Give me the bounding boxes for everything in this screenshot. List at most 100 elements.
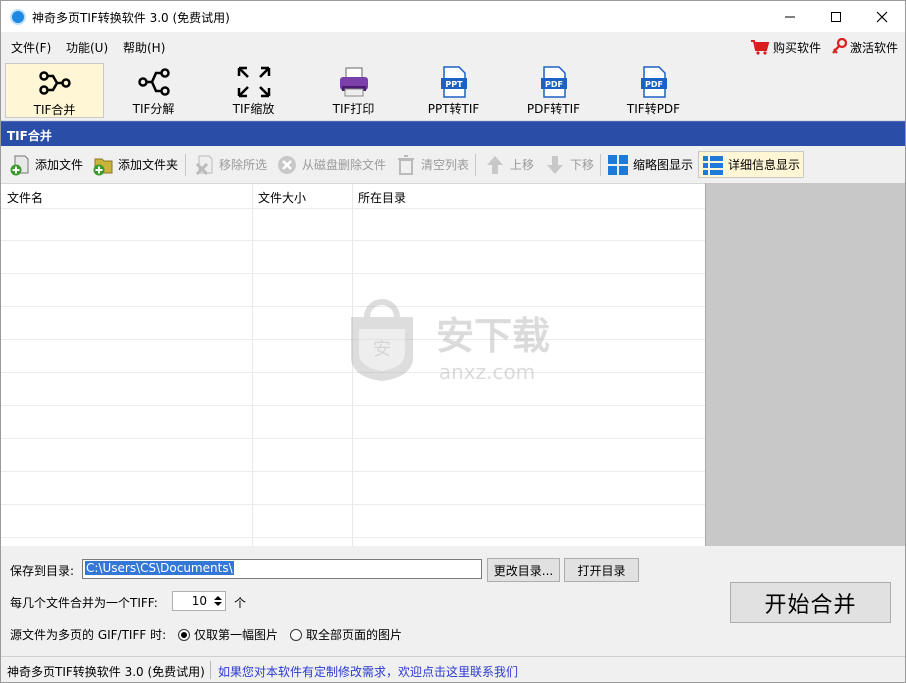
options-panel: 保存到目录: C:\Users\CS\Documents\ 更改目录... 打开… bbox=[1, 546, 905, 656]
tool-tif-resize-label: TIF缩放 bbox=[232, 102, 275, 116]
tool-tif-to-pdf[interactable]: PDF TIF转PDF bbox=[604, 63, 703, 118]
column-header-filesize[interactable]: 文件大小 bbox=[258, 189, 306, 206]
cart-icon bbox=[751, 40, 770, 55]
app-window: 神奇多页TIF转换软件 3.0 (免费试用) 文件(F) 功能(U) 帮助(H)… bbox=[0, 0, 906, 683]
remove-selected-label: 移除所选 bbox=[219, 158, 268, 172]
remove-selected-button[interactable]: 移除所选 bbox=[190, 151, 270, 178]
thumbnail-view-button[interactable]: 缩略图显示 bbox=[604, 151, 696, 178]
status-bar: 神奇多页TIF转换软件 3.0 (免费试用) 如果您对本软件有定制修改需求，欢迎… bbox=[1, 656, 905, 682]
multipage-label: 源文件为多页的 GIF/TIFF 时: bbox=[10, 628, 167, 642]
resize-icon bbox=[237, 66, 270, 98]
radio-all-pages[interactable]: 取全部页面的图片 bbox=[290, 626, 402, 643]
clear-list-button[interactable]: 清空列表 bbox=[392, 151, 472, 178]
add-folder-button[interactable]: 添加文件夹 bbox=[89, 151, 181, 178]
file-toolbar: 添加文件 添加文件夹 移除所选 从磁盘删除文件 清空列表 上移 下移 缩略图显示… bbox=[1, 146, 905, 183]
arrow-up-icon bbox=[487, 155, 503, 174]
grid-icon bbox=[608, 154, 628, 175]
minimize-button[interactable] bbox=[767, 1, 813, 32]
open-dir-button[interactable]: 打开目录 bbox=[564, 558, 639, 582]
per-tiff-value: 10 bbox=[191, 594, 207, 608]
activate-software-link[interactable]: 激活软件 bbox=[831, 38, 898, 56]
svg-text:安: 安 bbox=[373, 339, 391, 360]
detail-view-button[interactable]: 详细信息显示 bbox=[698, 151, 805, 178]
section-title: TIF合并 bbox=[7, 129, 52, 143]
radio-first-page-label: 仅取第一幅图片 bbox=[194, 628, 279, 642]
add-folder-label: 添加文件夹 bbox=[118, 158, 179, 172]
row-line bbox=[1, 240, 705, 241]
spin-arrows-icon[interactable] bbox=[213, 594, 223, 608]
menu-help[interactable]: 帮助(H) bbox=[123, 39, 165, 56]
detail-view-label: 详细信息显示 bbox=[728, 158, 801, 172]
add-file-label: 添加文件 bbox=[35, 158, 84, 172]
preview-panel bbox=[705, 183, 905, 546]
trash-icon bbox=[398, 154, 414, 175]
tool-tif-print-label: TIF打印 bbox=[332, 102, 375, 116]
radio-first-page[interactable]: 仅取第一幅图片 bbox=[178, 626, 278, 643]
start-merge-button[interactable]: 开始合并 bbox=[730, 582, 891, 623]
per-tiff-stepper[interactable]: 10 bbox=[172, 591, 226, 611]
move-up-label: 上移 bbox=[510, 158, 535, 172]
tool-tif-split[interactable]: TIF分解 bbox=[104, 63, 203, 118]
tool-pdf-to-tif[interactable]: PDF PDF转TIF bbox=[504, 63, 603, 118]
menu-function[interactable]: 功能(U) bbox=[66, 39, 108, 56]
maximize-icon bbox=[831, 11, 841, 22]
app-icon bbox=[10, 9, 26, 25]
pdf-file-icon: PDF bbox=[640, 66, 667, 98]
delete-from-disk-label: 从磁盘删除文件 bbox=[302, 158, 387, 172]
split-icon bbox=[137, 68, 170, 96]
move-down-label: 下移 bbox=[570, 158, 595, 172]
tool-ppt-to-tif-label: PPT转TIF bbox=[427, 102, 480, 116]
row-line bbox=[1, 537, 705, 538]
delete-icon bbox=[278, 155, 296, 174]
radio-all-pages-label: 取全部页面的图片 bbox=[306, 628, 403, 642]
radio-all-pages-circle[interactable] bbox=[290, 628, 302, 641]
main-toolbar: TIF合并 TIF分解 TIF缩放 TIF打印 PPT PPT转TIF PDF … bbox=[1, 61, 905, 121]
buy-software-link[interactable]: 购买软件 bbox=[750, 38, 821, 56]
minimize-icon bbox=[785, 16, 795, 17]
toolbar-separator bbox=[475, 154, 476, 176]
add-file-button[interactable]: 添加文件 bbox=[6, 151, 86, 178]
tool-tif-to-pdf-label: TIF转PDF bbox=[626, 102, 681, 116]
row-line bbox=[1, 471, 705, 472]
status-text: 神奇多页TIF转换软件 3.0 (免费试用) bbox=[7, 665, 205, 679]
table-header: 文件名 文件大小 所在目录 bbox=[1, 184, 705, 208]
move-down-button[interactable]: 下移 bbox=[541, 151, 597, 178]
maximize-button[interactable] bbox=[813, 1, 859, 32]
svg-text:PPT: PPT bbox=[445, 80, 463, 89]
contact-link[interactable]: 如果您对本软件有定制修改需求，欢迎点击这里联系我们 bbox=[218, 663, 518, 680]
tool-tif-merge-label: TIF合并 bbox=[33, 103, 76, 117]
add-file-icon bbox=[10, 155, 29, 175]
row-line bbox=[1, 438, 705, 439]
change-dir-button[interactable]: 更改目录... bbox=[487, 558, 560, 582]
section-header: TIF合并 bbox=[1, 121, 905, 146]
row-line bbox=[1, 273, 705, 274]
move-up-button[interactable]: 上移 bbox=[481, 151, 537, 178]
menu-file[interactable]: 文件(F) bbox=[11, 39, 51, 56]
svg-text:anxz.com: anxz.com bbox=[439, 360, 535, 383]
delete-from-disk-button[interactable]: 从磁盘删除文件 bbox=[273, 151, 389, 178]
tool-tif-merge[interactable]: TIF合并 bbox=[5, 63, 104, 118]
save-dir-input[interactable]: C:\Users\CS\Documents\ bbox=[82, 559, 482, 579]
merge-icon bbox=[38, 71, 71, 95]
svg-text:PDF: PDF bbox=[645, 80, 663, 89]
column-header-filename[interactable]: 文件名 bbox=[7, 189, 43, 206]
buy-software-label: 购买软件 bbox=[773, 40, 822, 55]
tool-pdf-to-tif-label: PDF转TIF bbox=[526, 102, 581, 116]
menu-bar: 文件(F) 功能(U) 帮助(H) 购买软件 激活软件 bbox=[1, 32, 905, 61]
printer-icon bbox=[339, 67, 368, 97]
tool-tif-split-label: TIF分解 bbox=[132, 102, 175, 116]
activate-software-label: 激活软件 bbox=[850, 40, 899, 55]
arrow-down-icon bbox=[547, 155, 563, 174]
column-header-directory[interactable]: 所在目录 bbox=[358, 189, 406, 206]
close-button[interactable] bbox=[859, 1, 905, 32]
ppt-file-icon: PPT bbox=[440, 66, 467, 98]
key-icon bbox=[832, 38, 847, 54]
tool-ppt-to-tif[interactable]: PPT PPT转TIF bbox=[404, 63, 503, 118]
list-icon bbox=[703, 155, 723, 175]
tool-tif-resize[interactable]: TIF缩放 bbox=[204, 63, 303, 118]
tool-tif-print[interactable]: TIF打印 bbox=[304, 63, 403, 118]
clear-list-label: 清空列表 bbox=[421, 158, 470, 172]
per-tiff-label: 每几个文件合并为一个TIFF: bbox=[10, 596, 158, 610]
radio-first-page-circle[interactable] bbox=[178, 628, 190, 641]
window-title: 神奇多页TIF转换软件 3.0 (免费试用) bbox=[32, 11, 230, 25]
